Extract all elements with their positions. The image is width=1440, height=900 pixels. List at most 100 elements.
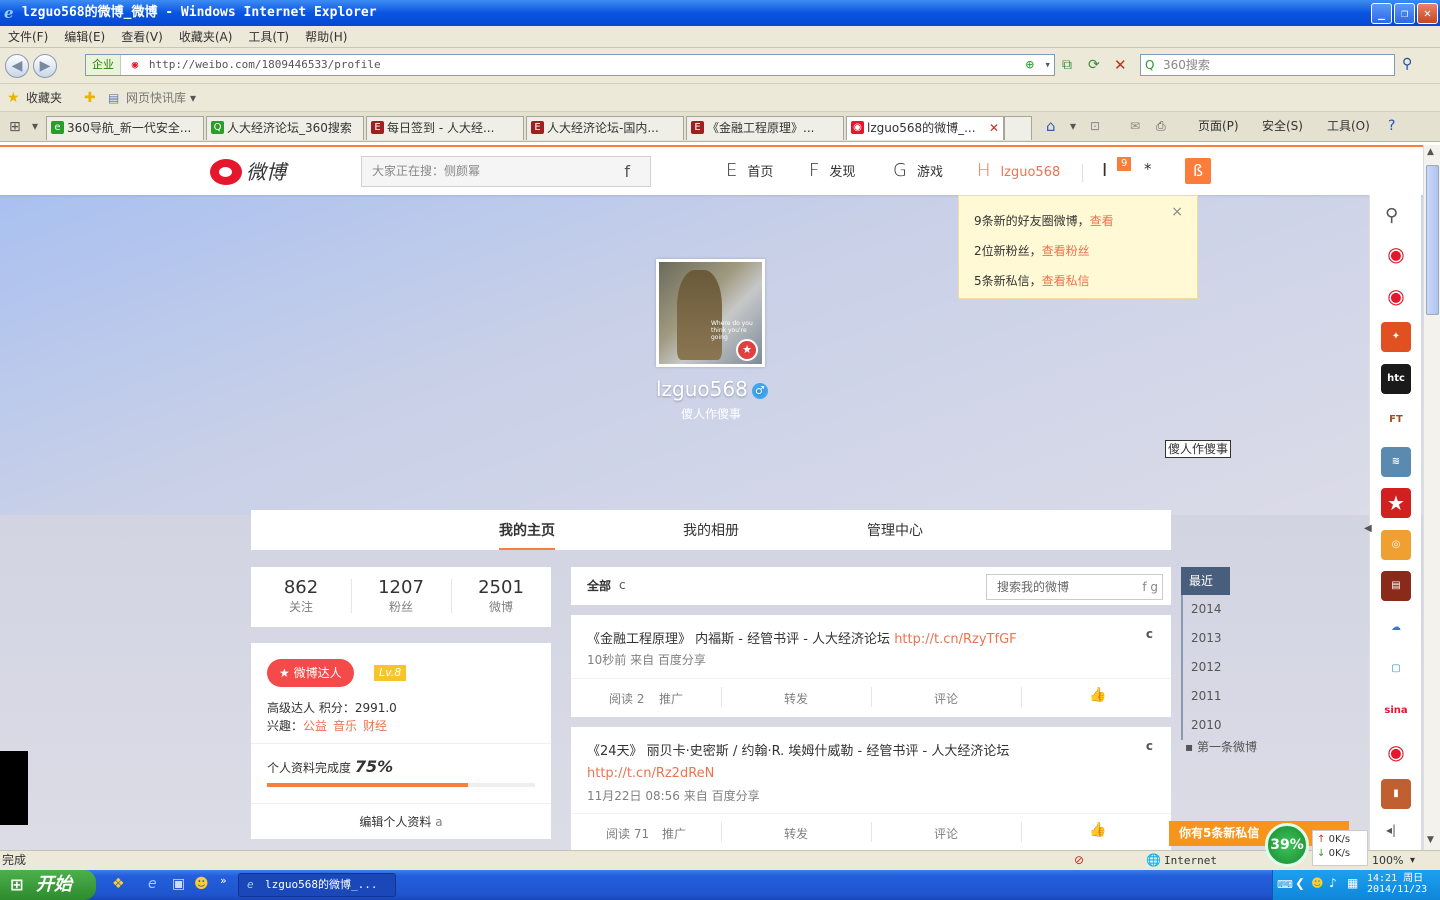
mail-icon[interactable]: ✉ <box>1130 112 1140 140</box>
promote-button[interactable]: 推广 <box>662 825 686 842</box>
close-tab-icon[interactable]: ✕ <box>989 117 999 139</box>
browser-tab-4[interactable]: E 《金融工程原理》... <box>686 116 844 140</box>
new-tab-button[interactable] <box>1004 116 1032 140</box>
menu-view[interactable]: 查看(V) <box>113 26 171 48</box>
popup-blocker-icon[interactable]: ⊘ <box>1074 851 1084 870</box>
sidebar-app-weibo-icon[interactable]: ◉ <box>1381 280 1411 311</box>
browser-tab-5[interactable]: ◉ lzguo568的微博_... ✕ <box>846 116 1004 140</box>
feed-search-input[interactable]: 搜索我的微博 f g <box>986 574 1163 600</box>
tools-menu[interactable]: 工具(O) <box>1327 112 1370 140</box>
view-feed-link[interactable]: 查看 <box>1090 214 1114 228</box>
close-notice-icon[interactable]: × <box>1171 202 1183 222</box>
comment-button[interactable]: 评论 <box>934 825 958 842</box>
timeline-recent[interactable]: 最近 <box>1181 567 1230 595</box>
sidebar-app-star-icon[interactable]: ★ <box>1381 488 1411 518</box>
sidebar-app-eye-icon[interactable]: ◎ <box>1381 529 1411 560</box>
level-badge[interactable]: Lv.8 <box>374 665 407 681</box>
comment-button[interactable]: 评论 <box>934 690 958 707</box>
quicklaunch-app-icon[interactable]: ▣ <box>172 876 185 892</box>
menu-help[interactable]: 帮助(H) <box>297 26 355 48</box>
360-security-icon[interactable]: ⊕ <box>1026 55 1034 75</box>
menu-file[interactable]: 文件(F) <box>0 26 56 48</box>
interest-tag[interactable]: 公益 <box>303 719 327 733</box>
tab-manage-center[interactable]: 管理中心 <box>867 520 923 540</box>
post-link[interactable]: http://t.cn/RzyTfGF <box>894 632 1016 647</box>
browser-tab-3[interactable]: E 人大经济论坛-国内... <box>526 116 684 140</box>
timeline-year[interactable]: 2012 <box>1181 653 1261 682</box>
tray-volume-icon[interactable]: ♪ <box>1329 876 1337 890</box>
page-scrollbar[interactable]: ▲ ▼ <box>1423 145 1440 850</box>
settings-nav-icon[interactable]: * <box>1144 160 1152 178</box>
promote-button[interactable]: 推广 <box>659 690 683 707</box>
tray-qq-icon[interactable]: ☻ <box>1311 876 1324 890</box>
browser-tab-0[interactable]: e 360导航_新一代安全... <box>46 116 204 140</box>
sidebar-app-weibo-icon[interactable]: ◉ <box>1381 239 1411 269</box>
zoom-dropdown-icon[interactable]: ▾ <box>1410 851 1415 870</box>
feeds-icon[interactable]: ⊡ <box>1090 112 1100 140</box>
post-menu-icon[interactable]: c <box>1146 739 1153 753</box>
edit-profile-link[interactable]: 编辑个人资料 a <box>251 813 551 830</box>
quick-tabs-icon[interactable]: ⊞ <box>9 119 21 135</box>
sidebar-app-cloud-icon[interactable]: ☁ <box>1381 612 1411 643</box>
compat-view-icon[interactable]: ⧉ <box>1062 57 1072 73</box>
timeline-year[interactable]: 2014 <box>1181 595 1261 624</box>
tray-clock[interactable]: 14:21 周日 2014/11/23 <box>1367 873 1427 895</box>
view-messages-link[interactable]: 查看私信 <box>1042 274 1090 288</box>
feed-search-icon[interactable]: f g <box>1142 575 1158 599</box>
quicklaunch-qq-icon[interactable]: ☻ <box>194 876 209 892</box>
start-button[interactable]: ⊞ 开始 <box>0 870 96 900</box>
close-window-button[interactable]: ✕ <box>1417 3 1438 24</box>
like-icon[interactable]: 👍 <box>1089 687 1106 703</box>
timeline-year[interactable]: 2010 <box>1181 711 1261 740</box>
weibo-search-icon[interactable]: f <box>624 157 630 186</box>
tab-list-icon[interactable]: ▾ <box>32 119 38 133</box>
sidebar-app-weibo-icon[interactable]: ◉ <box>1381 737 1411 767</box>
sidebar-app-sina-icon[interactable]: sina <box>1381 695 1411 726</box>
minimize-button[interactable]: _ <box>1371 3 1392 24</box>
safety-menu[interactable]: 安全(S) <box>1262 112 1303 140</box>
scroll-down-icon[interactable]: ▼ <box>1427 835 1434 845</box>
forward-button[interactable]: ▶ <box>33 54 57 78</box>
page-menu[interactable]: 页面(P) <box>1198 112 1239 140</box>
gallery-dropdown-icon[interactable]: ▾ <box>190 84 196 112</box>
taskbar-ie-window[interactable]: e lzguo568的微博_... <box>238 873 396 897</box>
timeline-first-post[interactable]: ▪ 第一条微博 <box>1181 740 1261 754</box>
sidebar-app-FT-icon[interactable]: FT <box>1381 405 1411 435</box>
post-menu-icon[interactable]: c <box>1146 627 1153 641</box>
print-icon[interactable]: ⎙ <box>1156 112 1166 140</box>
sidebar-search-icon[interactable]: ⚲ <box>1385 205 1398 226</box>
menu-tools[interactable]: 工具(T) <box>240 26 297 48</box>
forward-button[interactable]: 转发 <box>784 825 808 842</box>
stat-following[interactable]: 862 关注 <box>251 577 351 615</box>
quicklaunch-ie-icon[interactable]: e <box>148 876 157 892</box>
weibo-logo[interactable]: 微博 <box>210 157 286 187</box>
menu-favorites[interactable]: 收藏夹(A) <box>171 26 241 48</box>
refresh-icon[interactable]: ⟳ <box>1088 57 1100 73</box>
tab-my-album[interactable]: 我的相册 <box>683 520 739 540</box>
scrollbar-thumb[interactable] <box>1426 165 1439 315</box>
sidebar-app-news-icon[interactable]: ▤ <box>1381 571 1411 601</box>
compose-button[interactable]: ß <box>1185 158 1211 184</box>
timeline-year[interactable]: 2011 <box>1181 682 1261 711</box>
menu-edit[interactable]: 编辑(E) <box>56 26 113 48</box>
scroll-up-icon[interactable]: ▲ <box>1427 147 1434 157</box>
keyboard-icon[interactable]: ⌨ <box>1277 878 1293 891</box>
web-slice-gallery-link[interactable]: 网页快讯库 <box>126 84 186 112</box>
stat-weibo[interactable]: 2501 微博 <box>451 577 551 615</box>
sidebar-back-icon[interactable]: ◂| <box>1386 823 1396 837</box>
interest-tag[interactable]: 财经 <box>363 719 387 733</box>
feed-filter-dropdown-icon[interactable]: c <box>619 578 626 592</box>
stat-fans[interactable]: 1207 粉丝 <box>351 577 451 615</box>
tray-expand-icon[interactable]: ❮ <box>1295 876 1305 890</box>
nav-games[interactable]: G 游戏 <box>893 160 943 184</box>
stop-icon[interactable]: ✕ <box>1114 56 1127 74</box>
feed-tab-all[interactable]: 全部 <box>587 577 611 594</box>
address-dropdown-icon[interactable]: ▾ <box>1044 55 1051 75</box>
weibo-expert-badge[interactable]: ★ 微博达人 <box>267 659 354 687</box>
view-fans-link[interactable]: 查看粉丝 <box>1042 244 1090 258</box>
sidebar-app-box-icon[interactable]: ▢ <box>1381 654 1411 684</box>
nav-discover[interactable]: F 发现 <box>809 160 855 184</box>
avatar[interactable]: Where do you think you're going ★ <box>656 259 765 367</box>
nav-home[interactable]: E 首页 <box>726 160 773 184</box>
tab-my-home[interactable]: 我的主页 <box>499 520 555 550</box>
